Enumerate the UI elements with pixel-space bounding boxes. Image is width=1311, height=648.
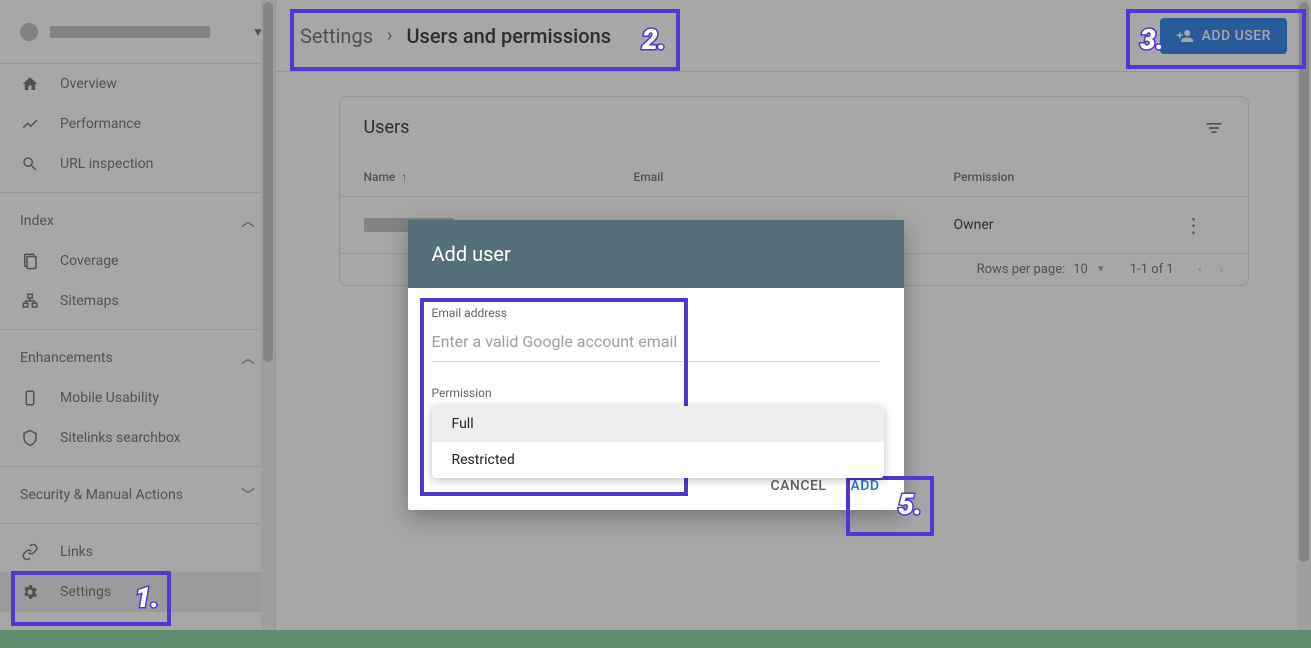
permission-option-restricted[interactable]: Restricted: [432, 442, 884, 478]
permission-option-full[interactable]: Full: [432, 406, 884, 442]
permission-dropdown: Full Restricted: [432, 406, 884, 478]
app-frame: ▼ Overview Performance URL inspection: [0, 0, 1311, 630]
add-user-dialog: Add user Email address Permission Full R…: [408, 220, 904, 510]
email-input[interactable]: [432, 322, 880, 362]
email-label: Email address: [432, 306, 880, 320]
modal-overlay[interactable]: Add user Email address Permission Full R…: [0, 0, 1311, 630]
dialog-body: Email address Permission Full Restricted: [408, 288, 904, 470]
add-button[interactable]: ADD: [850, 478, 879, 494]
permission-label: Permission: [432, 386, 880, 400]
cancel-button[interactable]: CANCEL: [770, 478, 826, 494]
dialog-title: Add user: [408, 220, 904, 288]
